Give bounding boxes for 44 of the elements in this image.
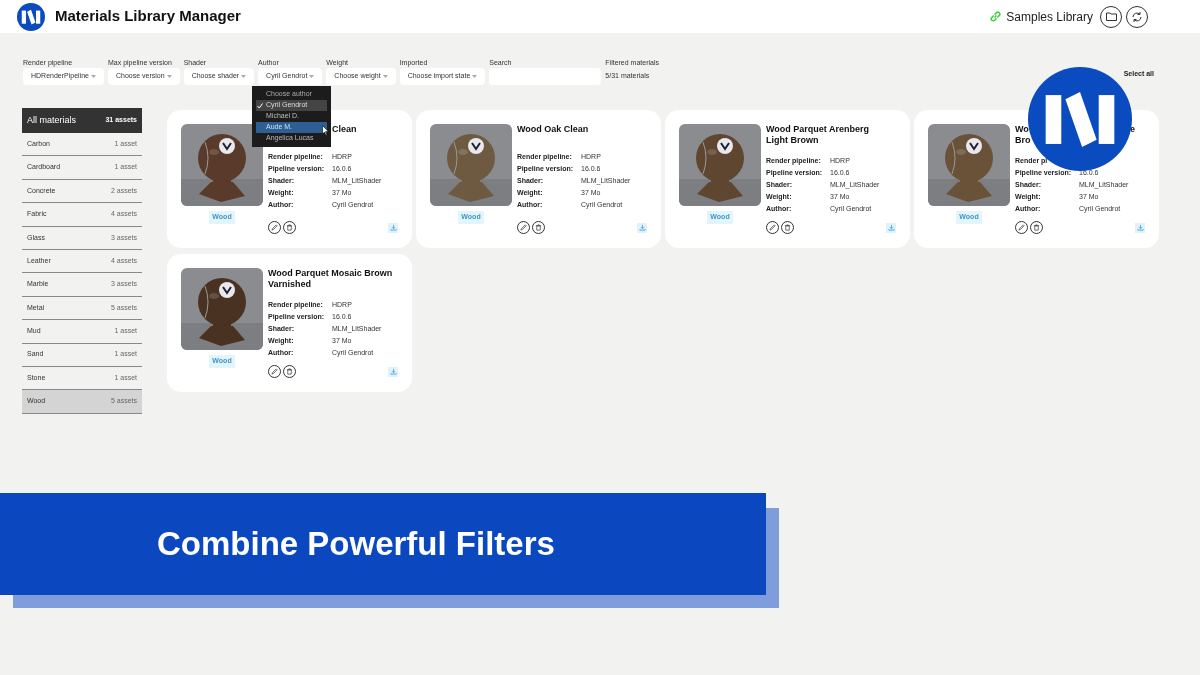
cursor-icon — [322, 125, 329, 136]
material-title: Light Brown — [766, 135, 819, 146]
pencil-icon — [1018, 224, 1025, 231]
library-name[interactable]: Samples Library — [1006, 7, 1093, 26]
material-title: Wo — [1015, 124, 1029, 135]
download-icon — [1136, 224, 1144, 231]
material-title: Wood Parquet Mosaic Brown — [268, 268, 393, 279]
caret-icon — [241, 75, 247, 78]
caret-icon — [382, 75, 388, 78]
caret-icon — [472, 75, 478, 78]
folder-icon — [1105, 12, 1117, 21]
material-title: Wood Oak Clean — [517, 124, 589, 135]
pencil-icon — [769, 224, 776, 231]
edit-button[interactable] — [766, 221, 779, 234]
trash-icon — [286, 224, 293, 231]
caret-icon — [166, 75, 172, 78]
pencil-icon — [271, 368, 278, 375]
edit-button[interactable] — [517, 221, 530, 234]
check-icon — [257, 102, 263, 109]
edit-button[interactable] — [268, 221, 281, 234]
material-title: Bro — [1015, 135, 1031, 146]
caret-icon — [91, 75, 96, 78]
download-icon — [638, 224, 646, 231]
download-icon — [389, 368, 397, 375]
download-icon — [389, 224, 397, 231]
trash-icon — [286, 368, 293, 375]
material-title: Wood Parquet Arenberg — [766, 124, 869, 135]
material-title: e — [1130, 124, 1135, 135]
trash-icon — [535, 224, 542, 231]
trash-icon — [1033, 224, 1040, 231]
app-title: Materials Library Manager — [55, 6, 241, 27]
material-title: Varnished — [268, 279, 312, 290]
link-icon — [989, 10, 1003, 23]
caret-icon — [309, 75, 315, 78]
material-title: Clean — [332, 124, 357, 135]
pencil-icon — [271, 224, 278, 231]
download-icon — [887, 224, 895, 231]
sidebar-title: All materials — [27, 113, 76, 127]
edit-button[interactable] — [1015, 221, 1028, 234]
edit-button[interactable] — [268, 365, 281, 378]
banner-text: Combine Powerful Filters — [157, 524, 555, 565]
pencil-icon — [520, 224, 527, 231]
refresh-icon — [1131, 10, 1143, 23]
trash-icon — [784, 224, 791, 231]
